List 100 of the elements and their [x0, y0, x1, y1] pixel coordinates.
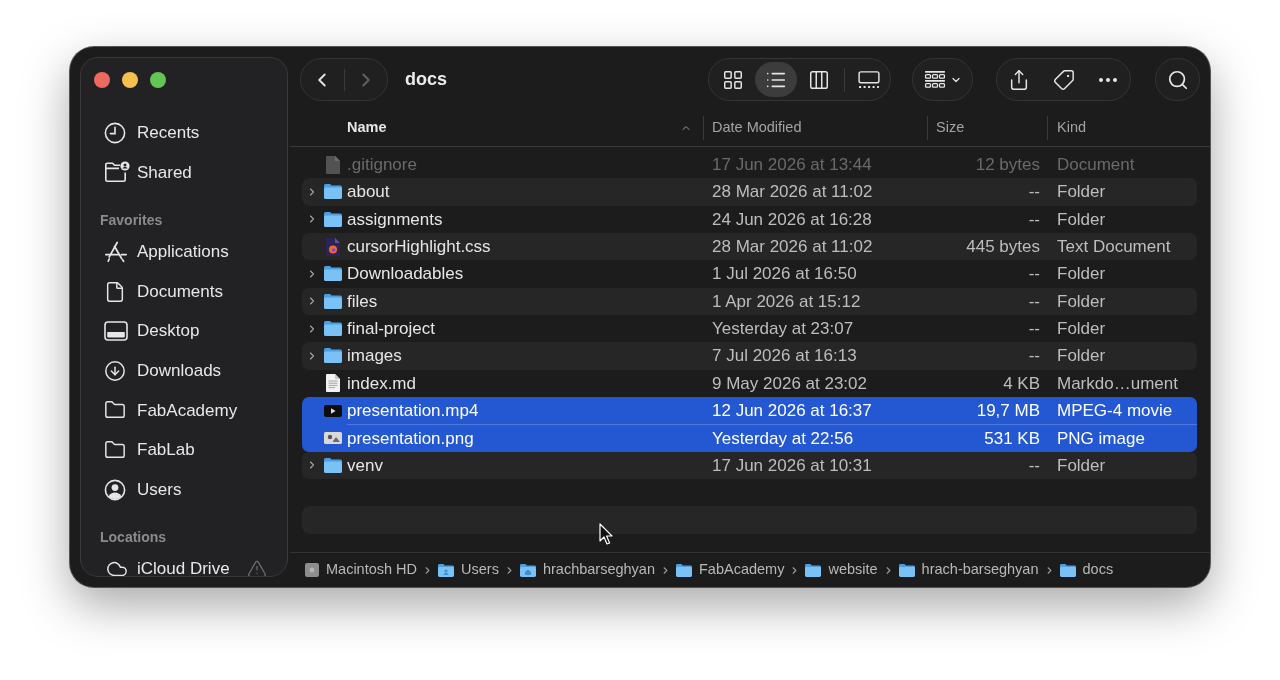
- sidebar-item[interactable]: Shared: [91, 152, 277, 193]
- search-icon: [1166, 68, 1189, 91]
- date-modified-cell-text: Yesterday at 22:56: [712, 427, 854, 450]
- size-cell-text: --: [1028, 454, 1040, 477]
- date-modified-cell-text: 7 Jul 2026 at 16:13: [712, 345, 857, 368]
- size-cell-text: --: [1028, 290, 1040, 313]
- column-header[interactable]: Size: [927, 116, 1047, 140]
- sidebar-item[interactable]: Users: [91, 469, 277, 510]
- size-cell-text: 4 KB: [1003, 372, 1040, 395]
- users-folder-icon: [438, 563, 455, 577]
- kind-cell-text: Folder: [1057, 317, 1106, 340]
- code-file-icon: [326, 237, 340, 256]
- folder-icon: [324, 321, 342, 337]
- size-cell-text: --: [1028, 317, 1040, 340]
- file-row[interactable]: about 28 Mar 2026 at 11:02 -- Folder: [302, 178, 1197, 206]
- file-row[interactable]: files 1 Apr 2026 at 15:12 -- Folder: [302, 287, 1197, 315]
- file-row[interactable]: assignments 24 Jun 2026 at 16:28 -- Folder: [302, 205, 1197, 233]
- sidebar-item[interactable]: Recents: [91, 113, 277, 153]
- date-modified-cell-text: 24 Jun 2026 at 16:28: [712, 208, 872, 231]
- file-row[interactable]: images 7 Jul 2026 at 16:13 -- Folder: [302, 342, 1197, 370]
- file-row[interactable]: index.md 9 May 2026 at 23:02 4 KB Markdo…ument: [302, 369, 1197, 397]
- grid-icon: [721, 68, 744, 91]
- path-segment[interactable]: Users: [438, 559, 499, 581]
- date-modified-cell-text: 9 May 2026 at 23:02: [712, 372, 867, 395]
- kind-cell-text: Folder: [1057, 454, 1106, 477]
- sidebar-section-title: Favorites: [99, 211, 164, 231]
- file-row[interactable]: cursorHighlight.css 28 Mar 2026 at 11:02 445 bytes Text Document: [302, 233, 1197, 261]
- file-row[interactable]: presentation.mp4 12 Jun 2026 at 16:37 19,7 MB MPEG-4 movie: [302, 396, 1197, 425]
- file-name: Downloadables: [347, 263, 464, 286]
- folder-icon: [324, 348, 342, 364]
- path-segment[interactable]: FabAcademy: [676, 559, 785, 581]
- column-header[interactable]: Kind: [1047, 116, 1197, 140]
- date-modified-cell-text: 1 Jul 2026 at 16:50: [712, 263, 857, 286]
- file-name: presentation.mp4: [347, 399, 479, 422]
- path-segment[interactable]: docs: [1059, 559, 1114, 581]
- size-cell-text: --: [1028, 263, 1040, 286]
- folder-icon: [324, 211, 342, 227]
- sidebar-item[interactable]: FabLab: [91, 430, 277, 470]
- size-cell-text: --: [1028, 181, 1040, 204]
- file-name: about: [347, 181, 390, 204]
- path-segment[interactable]: website: [805, 559, 878, 581]
- size-cell-text: 19,7 MB: [976, 399, 1040, 422]
- folder-icon: [676, 563, 692, 577]
- size-cell-text: --: [1028, 208, 1040, 231]
- sidebar-item[interactable]: Documents: [91, 271, 277, 312]
- sidebar-item[interactable]: Desktop: [91, 311, 277, 351]
- gallery-icon: [858, 70, 881, 89]
- file-row[interactable]: final-project Yesterday at 23:07 -- Folder: [302, 314, 1197, 343]
- folder-icon: [104, 438, 126, 461]
- file-name: venv: [347, 454, 383, 477]
- file-name: files: [347, 290, 378, 313]
- column-header[interactable]: Date Modified: [703, 116, 927, 140]
- group-by-button[interactable]: [912, 58, 973, 101]
- view-mode-button[interactable]: [755, 62, 797, 97]
- download-icon: [104, 359, 126, 382]
- date-modified-cell-text: 17 Jun 2026 at 13:44: [712, 153, 872, 176]
- kind-cell-text: MPEG-4 movie: [1057, 399, 1173, 422]
- column-header[interactable]: Name: [347, 116, 703, 140]
- search-button[interactable]: [1155, 58, 1200, 101]
- file-row[interactable]: presentation.png Yesterday at 22:56 531 KB PNG image: [302, 424, 1197, 452]
- text-file-icon: [326, 374, 340, 393]
- zoom-button[interactable]: [150, 71, 166, 88]
- minimize-button[interactable]: [122, 71, 138, 88]
- app-store-icon: [104, 241, 128, 263]
- size-cell-text: 445 bytes: [966, 235, 1040, 258]
- path-segment[interactable]: hrach-barseghyan: [898, 559, 1039, 581]
- folder-icon: [324, 293, 342, 309]
- date-modified-cell-text: 12 Jun 2026 at 16:37: [712, 399, 872, 422]
- sidebar-section-title: Locations: [99, 528, 168, 548]
- folder-icon: [324, 184, 342, 200]
- kind-cell-text: Markdo…ument: [1057, 372, 1178, 395]
- folder-title: docs: [405, 68, 447, 91]
- file-name: assignments: [347, 208, 443, 231]
- date-modified-cell-text: 1 Apr 2026 at 15:12: [712, 290, 861, 313]
- desktop-icon: [104, 321, 128, 342]
- sidebar-item[interactable]: iCloud Drive: [91, 549, 277, 576]
- video-file-icon: [324, 404, 342, 417]
- close-button[interactable]: [94, 71, 110, 88]
- sidebar-item[interactable]: Downloads: [91, 350, 277, 391]
- grouped-grid-icon: [923, 70, 946, 89]
- mouse-pointer-icon: [599, 523, 613, 545]
- folder-icon: [324, 457, 342, 473]
- date-modified-cell-text: 28 Mar 2026 at 11:02: [712, 235, 873, 258]
- path-segment[interactable]: Macintosh HD: [305, 559, 418, 581]
- sidebar-item[interactable]: FabAcademy: [91, 390, 277, 431]
- file-row[interactable]: Downloadables 1 Jul 2026 at 16:50 -- Folder: [302, 260, 1197, 288]
- image-file-icon: [324, 431, 342, 444]
- kind-cell-text: Folder: [1057, 290, 1106, 313]
- size-cell-text: 12 bytes: [975, 153, 1040, 176]
- kind-cell-text: PNG image: [1057, 427, 1145, 450]
- tag-icon: [1052, 68, 1075, 91]
- size-cell-text: --: [1028, 345, 1040, 368]
- file-name: final-project: [347, 317, 435, 340]
- date-modified-cell-text: 17 Jun 2026 at 10:31: [712, 454, 872, 477]
- sidebar-item[interactable]: Applications: [91, 232, 277, 272]
- date-modified-cell-text: 28 Mar 2026 at 11:02: [712, 181, 873, 204]
- file-row[interactable]: venv 17 Jun 2026 at 10:31 -- Folder: [302, 451, 1197, 479]
- folder-icon: [324, 266, 342, 282]
- document-icon: [104, 280, 126, 303]
- path-segment[interactable]: hrachbarseghyan: [519, 559, 655, 581]
